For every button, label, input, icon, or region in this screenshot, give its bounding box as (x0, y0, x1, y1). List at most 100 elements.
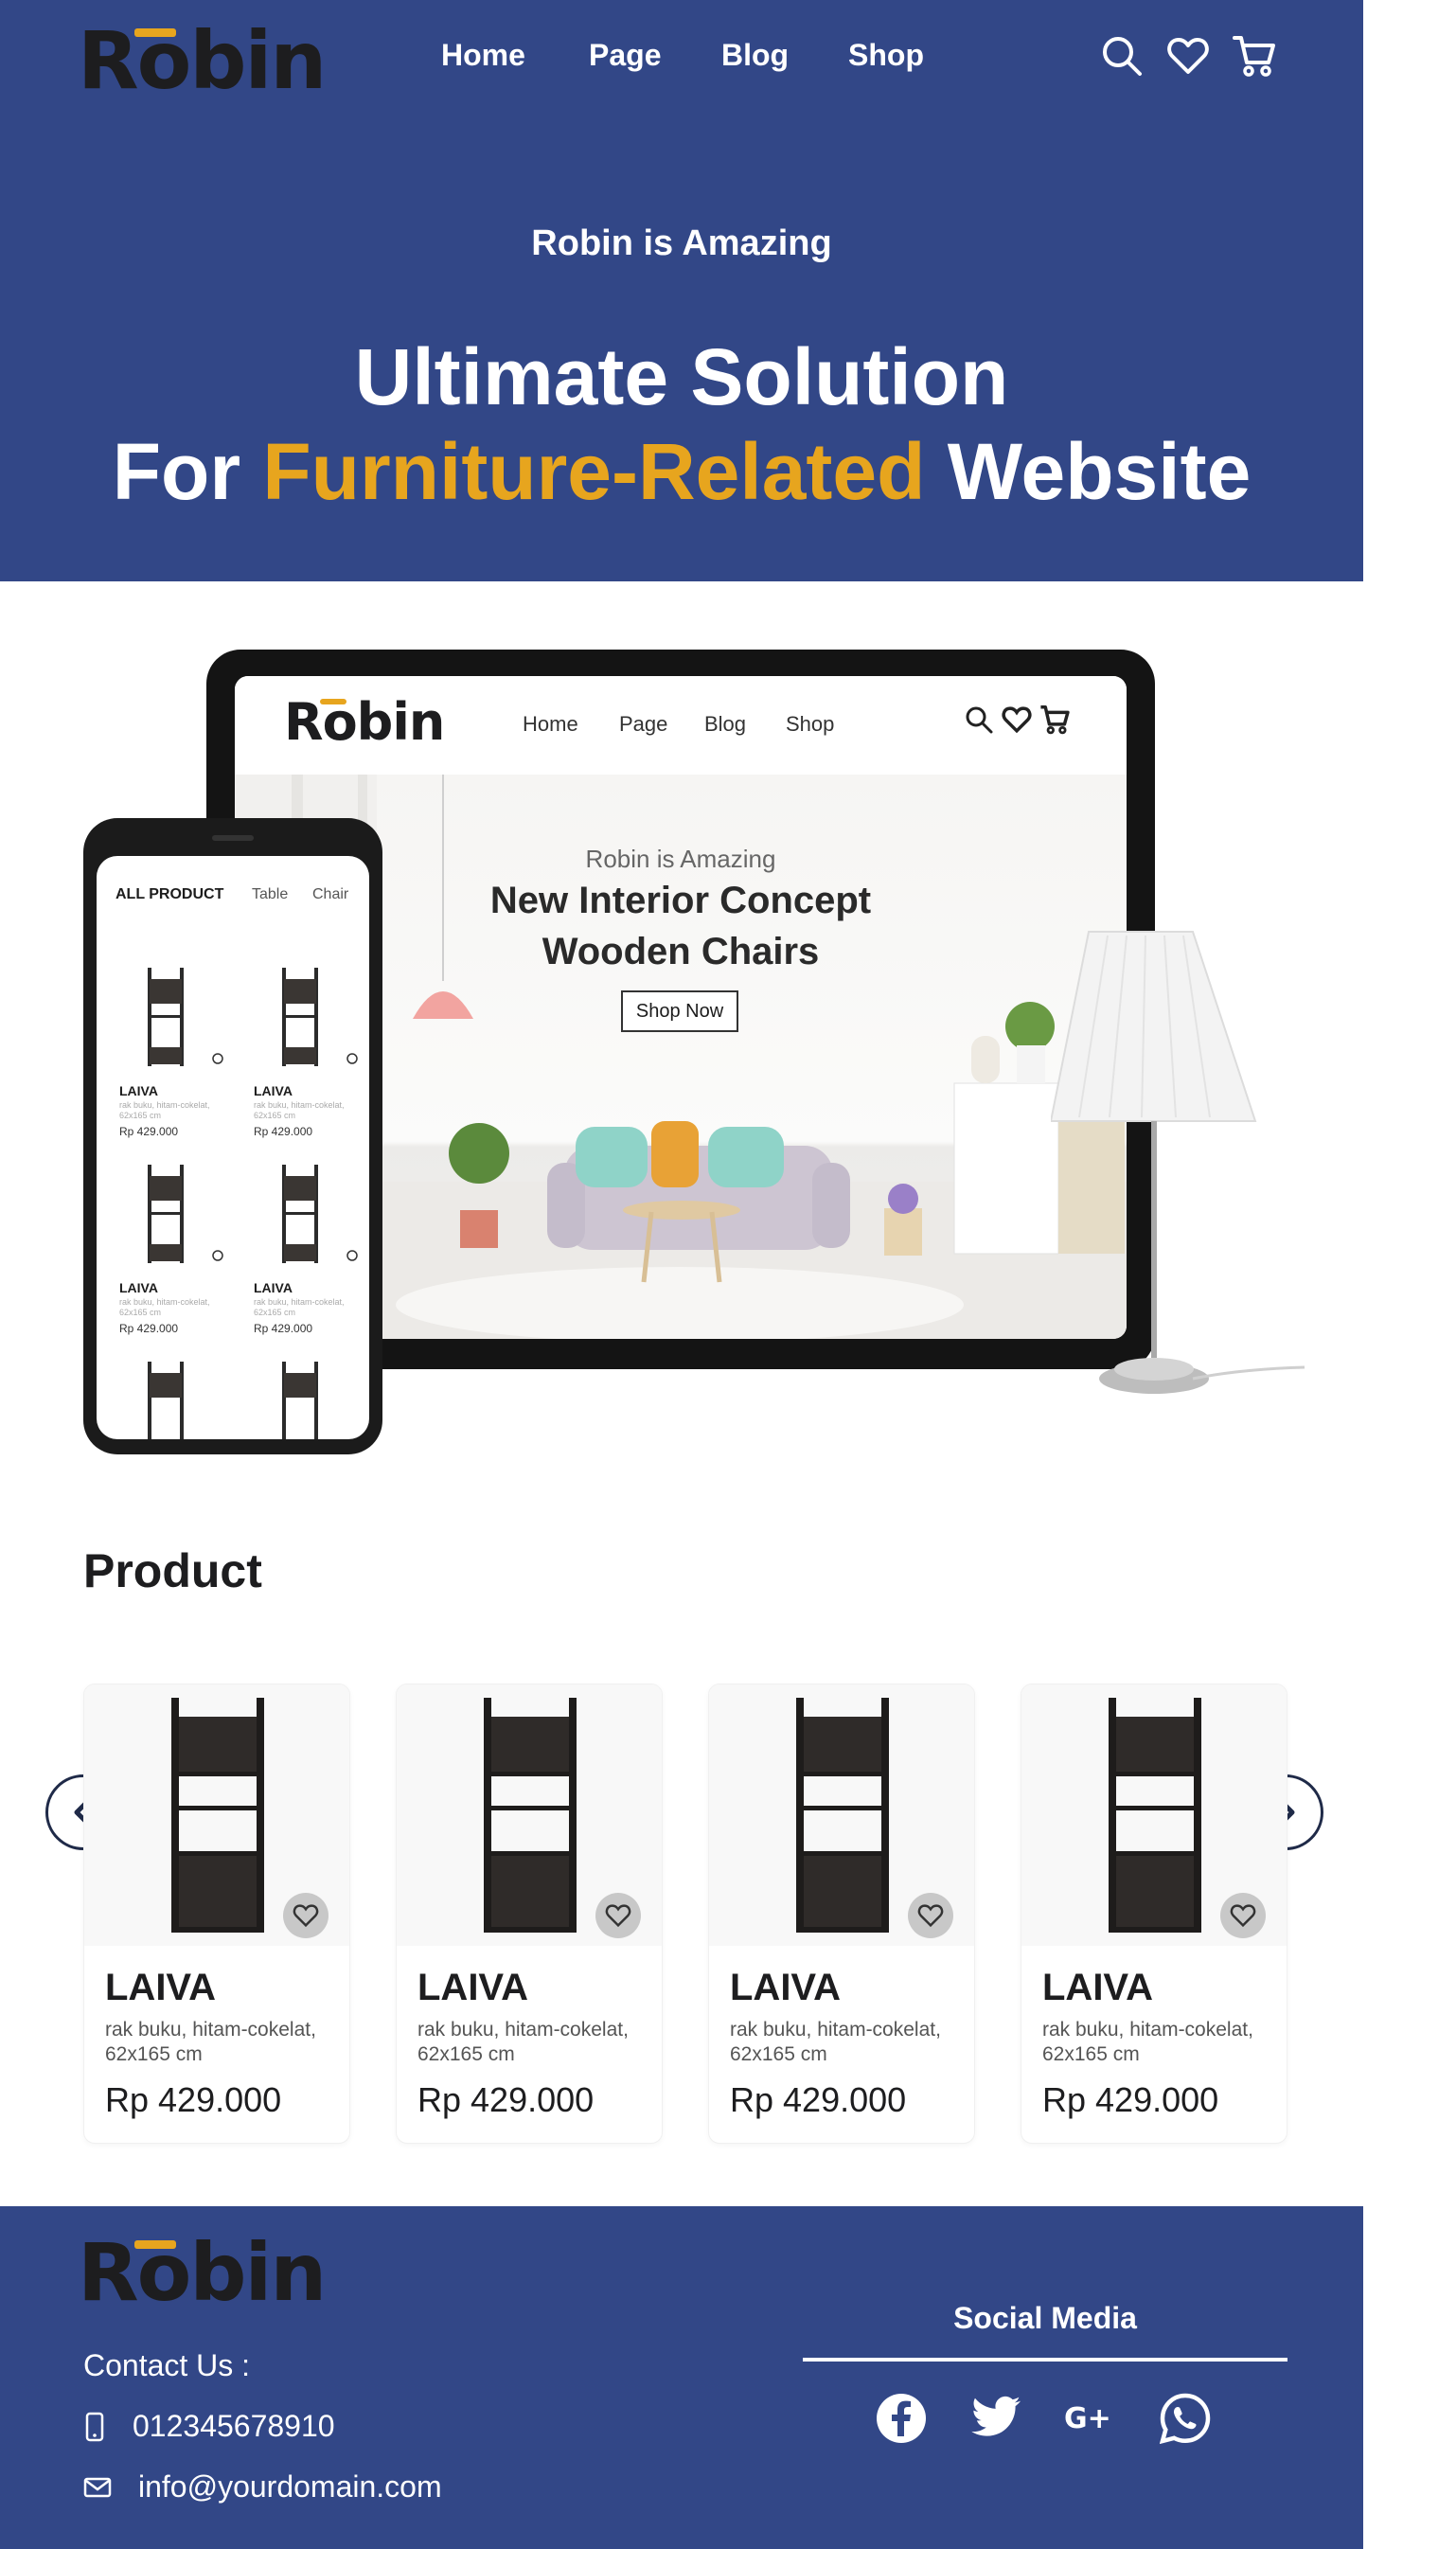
nav-blog[interactable]: Blog (721, 38, 789, 73)
tablet-search-icon[interactable] (964, 704, 994, 735)
social-media-title: Social Media (953, 2301, 1137, 2335)
product-price: Rp 429.000 (730, 2080, 907, 2119)
phone-mockup: ALL PRODUCT Table Chair LAIVA rak buku, … (83, 818, 382, 1454)
social-divider (803, 2358, 1287, 2362)
phone-product-desc: rak buku, hitam-cokelat, 62x165 cm (119, 1297, 210, 1317)
product-description: rak buku, hitam-cokelat, 62x165 cm (1042, 2019, 1253, 2065)
phone-product-card[interactable]: LAIVA rak buku, hitam-cokelat, 62x165 cm… (119, 1157, 233, 1346)
phone-product-price: Rp 429.000 (119, 1322, 179, 1335)
phone-shelf-image (148, 968, 223, 1066)
phone-tab-chair[interactable]: Chair (312, 886, 348, 903)
heart-icon[interactable] (1166, 34, 1210, 78)
phone-shelf-row-partial (148, 1362, 318, 1439)
product-price: Rp 429.000 (417, 2080, 595, 2119)
device-mockup: Robin Home Page Blog Shop Robin is Amazi… (0, 581, 1363, 1471)
heart-icon (293, 1904, 319, 1928)
product-description: rak buku, hitam-cokelat, 62x165 cm (417, 2019, 629, 2065)
hero-title-prefix: For (112, 427, 263, 516)
phone-product-price: Rp 429.000 (254, 1125, 313, 1138)
phone-product-card[interactable]: LAIVA rak buku, hitam-cokelat, 62x165 cm… (119, 960, 233, 1150)
floor-lamp-image (1051, 931, 1305, 1394)
product-price: Rp 429.000 (105, 2080, 282, 2119)
whatsapp-icon[interactable] (1159, 2392, 1212, 2445)
google-plus-icon[interactable]: G+ (1064, 2392, 1117, 2445)
svg-text:G+: G+ (1064, 2402, 1111, 2435)
site-footer: Robin Contact Us : 012345678910 info@you… (0, 2206, 1363, 2549)
product-price: Rp 429.000 (1042, 2080, 1219, 2119)
phone-screen: ALL PRODUCT Table Chair LAIVA rak buku, … (97, 856, 369, 1439)
phone-shelf-image (282, 968, 358, 1066)
phone-speaker (212, 835, 254, 841)
hero-kicker: Robin is Amazing (531, 223, 832, 263)
hero-title-line1: Ultimate Solution (354, 332, 1009, 421)
tablet-logo-accent (320, 699, 346, 704)
heart-icon (605, 1904, 631, 1928)
facebook-icon[interactable] (875, 2392, 928, 2445)
phone-icon (85, 2412, 104, 2441)
tablet-nav-blog[interactable]: Blog (704, 712, 746, 737)
twitter-icon[interactable] (969, 2392, 1022, 2445)
add-to-wishlist-button[interactable] (908, 1893, 953, 1938)
mail-icon (83, 2477, 112, 2497)
phone-shelf-image (148, 1165, 223, 1263)
add-to-wishlist-button[interactable] (283, 1893, 328, 1938)
phone-product-price: Rp 429.000 (119, 1125, 179, 1138)
footer-logo-text: Robin (78, 2226, 327, 2319)
phone-product-desc: rak buku, hitam-cokelat, 62x165 cm (254, 1100, 345, 1120)
tablet-nav-shop[interactable]: Shop (786, 712, 834, 737)
product-name: LAIVA (1042, 1967, 1154, 2008)
contact-email-address: info@yourdomain.com (138, 2469, 442, 2504)
tablet-nav-home[interactable]: Home (523, 712, 578, 737)
heart-icon (917, 1904, 944, 1928)
nav-home[interactable]: Home (441, 38, 525, 73)
phone-shelf-image (282, 1165, 358, 1263)
tablet-heart-icon[interactable] (1002, 704, 1032, 735)
phone-product-name: LAIVA (254, 1083, 293, 1098)
contact-phone-link[interactable]: 012345678910 (83, 2409, 335, 2444)
product-name: LAIVA (730, 1967, 842, 2008)
phone-product-name: LAIVA (119, 1083, 158, 1098)
phone-product-price: Rp 429.000 (254, 1322, 313, 1335)
phone-product-desc: rak buku, hitam-cokelat, 62x165 cm (119, 1100, 210, 1120)
product-description: rak buku, hitam-cokelat, 62x165 cm (730, 2019, 941, 2065)
logo-text: Robin (78, 14, 327, 107)
footer-logo-accent-bar (134, 2240, 176, 2249)
tablet-nav-page[interactable]: Page (619, 712, 667, 737)
product-card[interactable]: LAIVA rak buku, hitam-cokelat, 62x165 cm… (1021, 1684, 1287, 2144)
product-description: rak buku, hitam-cokelat, 62x165 cm (105, 2019, 316, 2065)
contact-email-link[interactable]: info@yourdomain.com (83, 2469, 442, 2504)
phone-product-card[interactable]: LAIVA rak buku, hitam-cokelat, 62x165 cm… (254, 960, 367, 1150)
hero-title-line2: For Furniture-Related Website (0, 424, 1363, 519)
product-card[interactable]: LAIVA rak buku, hitam-cokelat, 62x165 cm… (83, 1684, 350, 2144)
phone-product-card[interactable]: LAIVA rak buku, hitam-cokelat, 62x165 cm… (254, 1157, 367, 1346)
site-logo[interactable]: Robin (78, 13, 327, 108)
add-to-wishlist-button[interactable] (595, 1893, 641, 1938)
cart-icon[interactable] (1233, 34, 1276, 78)
search-icon[interactable] (1100, 34, 1144, 78)
product-card[interactable]: LAIVA rak buku, hitam-cokelat, 62x165 cm… (396, 1684, 663, 2144)
tablet-header: Robin Home Page Blog Shop (235, 676, 1127, 775)
heart-icon (1230, 1904, 1256, 1928)
hero-title-suffix: Website (925, 427, 1252, 516)
hero-section: Robin Home Page Blog Shop Robin is Amazi… (0, 0, 1363, 581)
add-to-wishlist-button[interactable] (1220, 1893, 1266, 1938)
contact-title: Contact Us : (83, 2348, 251, 2382)
footer-logo[interactable]: Robin (78, 2225, 327, 2320)
tablet-shop-now-button[interactable]: Shop Now (621, 990, 738, 1032)
product-name: LAIVA (105, 1967, 217, 2008)
hero-title-accent: Furniture-Related (262, 427, 926, 516)
tablet-cart-icon[interactable] (1039, 704, 1070, 735)
nav-page[interactable]: Page (589, 38, 661, 73)
phone-product-name: LAIVA (254, 1280, 293, 1295)
phone-tab-all-product[interactable]: ALL PRODUCT (115, 886, 223, 903)
products-section-title: Product (83, 1544, 262, 1597)
tablet-logo-text: Robin (284, 692, 445, 752)
product-name: LAIVA (417, 1967, 529, 2008)
product-card[interactable]: LAIVA rak buku, hitam-cokelat, 62x165 cm… (708, 1684, 975, 2144)
phone-tab-table[interactable]: Table (252, 886, 288, 903)
phone-product-desc: rak buku, hitam-cokelat, 62x165 cm (254, 1297, 345, 1317)
logo-accent-bar (134, 28, 176, 37)
tablet-logo: Robin (284, 689, 445, 756)
phone-product-name: LAIVA (119, 1280, 158, 1295)
nav-shop[interactable]: Shop (848, 38, 924, 73)
